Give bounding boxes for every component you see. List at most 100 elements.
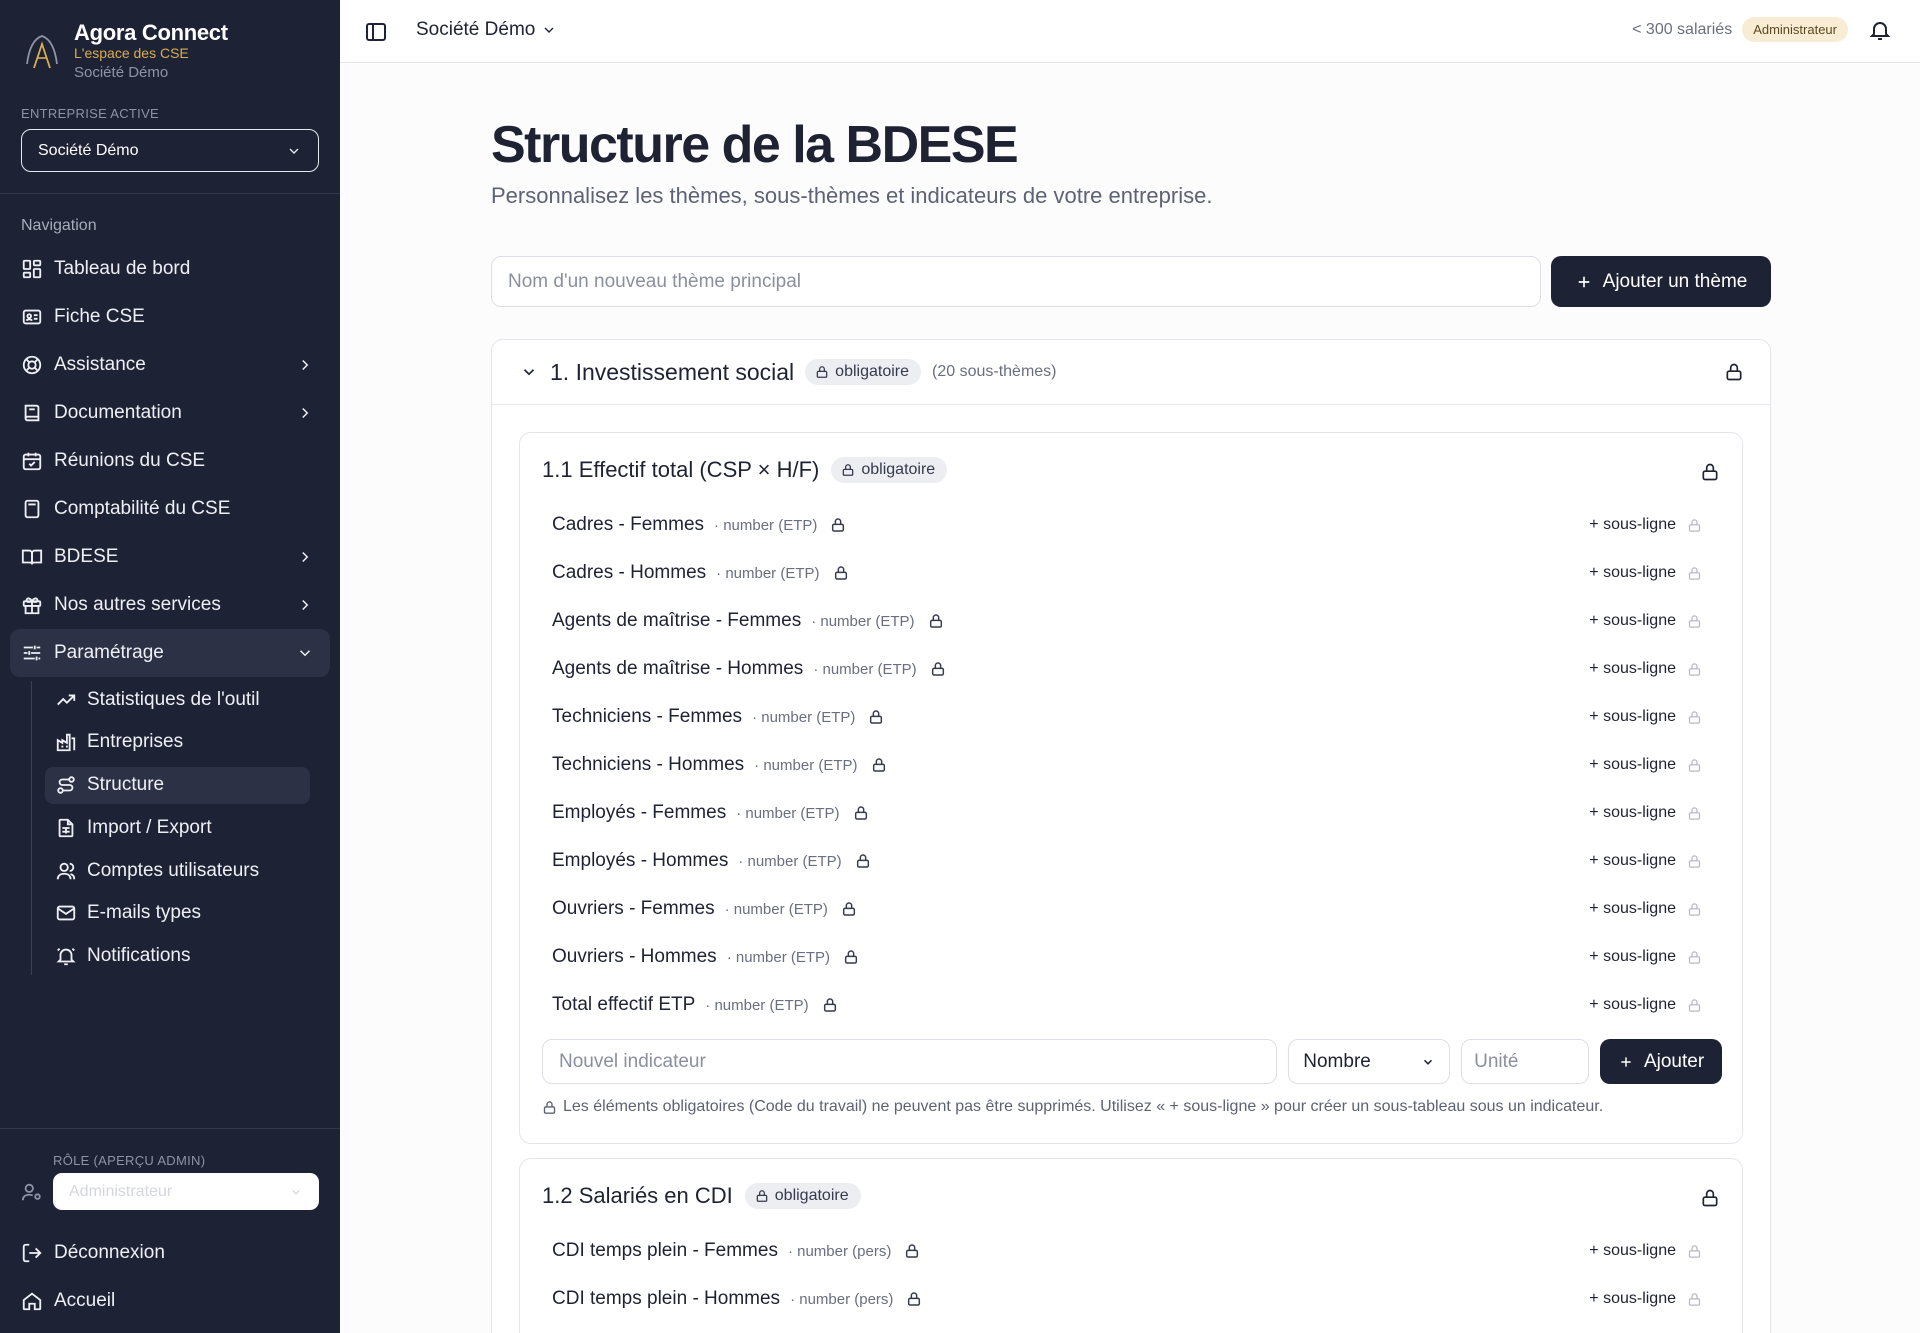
add-sub-line-button[interactable]: + sous-ligne (1589, 564, 1676, 582)
lock-icon (1688, 614, 1701, 628)
new-theme-input[interactable] (491, 256, 1541, 307)
add-sub-line-button[interactable]: + sous-ligne (1589, 804, 1676, 822)
subtheme-card: 1.2 Salariés en CDI obligatoire CDI temp… (519, 1158, 1743, 1333)
nav-item-label: Tableau de bord (54, 258, 191, 279)
theme-title: 1. Investissement social (550, 358, 795, 385)
indicator-label: Cadres - Hommes (552, 562, 707, 583)
sub-item-comptes[interactable]: Comptes utilisateurs (45, 852, 310, 889)
chevron-right-icon (302, 599, 309, 611)
indicator-meta: · number (ETP) (705, 996, 809, 1014)
subtheme-title: 1.1 Effectif total (CSP × H/F) (542, 457, 820, 482)
sub-item-notifications[interactable]: Notifications (45, 938, 310, 975)
lock-icon (756, 1190, 768, 1202)
chevron-down-icon[interactable] (520, 363, 538, 381)
mandatory-badge-label: obligatoire (774, 1187, 849, 1204)
sub-item-statistiques[interactable]: Statistiques de l'outil (45, 681, 310, 718)
add-sub-line-button[interactable]: + sous-ligne (1589, 516, 1676, 534)
lock-icon (1688, 710, 1701, 724)
logout-button[interactable]: Déconnexion (10, 1229, 330, 1277)
page-title: Structure de la BDESE (491, 116, 1019, 174)
indicator-label: Techniciens - Hommes (552, 754, 745, 775)
sub-item-label: Statistiques de l'outil (87, 688, 260, 710)
sub-item-structure[interactable]: Structure (45, 766, 310, 804)
lock-icon (854, 806, 867, 820)
indicator-label: Employés - Hommes (552, 850, 729, 871)
add-sub-line-button[interactable]: + sous-ligne (1589, 660, 1676, 678)
lock-icon (834, 566, 847, 580)
brand: Agora Connect L'espace des CSE Société D… (20, 20, 228, 83)
indicator-row: Employés - Hommes · number (ETP) + sous-li… (531, 837, 1721, 885)
nav-item-parametrage[interactable]: Paramétrage (10, 629, 330, 677)
page-subtitle: Personnalisez les thèmes, sous-thèmes et… (491, 183, 1213, 208)
nav-item-fiche-cse[interactable]: Fiche CSE (10, 293, 330, 341)
bell-icon[interactable] (1868, 18, 1892, 42)
add-sub-line-button[interactable]: + sous-ligne (1589, 708, 1676, 726)
sidebar-toggle-icon[interactable] (364, 20, 388, 44)
role-select[interactable]: Administrateur (53, 1173, 319, 1210)
indicator-row: Cadres - Femmes · number (ETP) + sous-lign… (531, 501, 1721, 549)
add-sub-line-button[interactable]: + sous-ligne (1589, 756, 1676, 774)
add-sub-line-button[interactable]: + sous-ligne (1589, 612, 1676, 630)
indicator-type-select[interactable]: Nombre (1288, 1039, 1451, 1084)
file-spreadsheet-icon (58, 818, 74, 838)
indicator-meta: · number (ETP) (811, 612, 915, 630)
lock-icon (1688, 950, 1701, 964)
indicator-row: Cadres - Hommes · number (ETP) + sous-lign… (531, 549, 1721, 597)
home-button[interactable]: Accueil (10, 1277, 330, 1325)
add-sub-line-button[interactable]: + sous-ligne (1589, 900, 1676, 918)
company-switcher[interactable]: Société Démo (416, 19, 557, 41)
indicator-meta: · number (pers) (790, 1290, 894, 1308)
indicator-row: Techniciens - Hommes · number (ETP) + sous… (531, 741, 1721, 789)
nav-item-label: Nos autres services (54, 594, 221, 615)
lock-icon (816, 366, 828, 378)
open-book-icon (21, 549, 43, 565)
subtheme-title: 1.2 Salariés en CDI (542, 1183, 733, 1208)
logout-label: Déconnexion (54, 1242, 165, 1263)
add-sub-line-button[interactable]: + sous-ligne (1589, 948, 1676, 966)
add-sub-line-button[interactable]: + sous-ligne (1589, 1242, 1676, 1260)
lock-icon (1688, 566, 1701, 580)
lock-icon (1688, 902, 1701, 916)
nav-item-documentation[interactable]: Documentation (10, 389, 330, 437)
unit-input[interactable] (1461, 1039, 1590, 1084)
add-sub-line-button[interactable]: + sous-ligne (1589, 852, 1676, 870)
sub-item-entreprises[interactable]: Entreprises (45, 724, 310, 761)
lock-icon (872, 758, 885, 772)
add-sub-line-button[interactable]: + sous-ligne (1589, 1290, 1676, 1308)
nav-item-bdese[interactable]: BDESE (10, 533, 330, 581)
indicator-meta: · number (ETP) (752, 708, 856, 726)
active-company-label: ENTREPRISE ACTIVE (21, 106, 160, 121)
add-theme-button[interactable]: Ajouter un thème (1551, 256, 1771, 307)
mandatory-badge-label: obligatoire (861, 461, 936, 478)
lock-icon (1688, 662, 1701, 676)
nav-item-dashboard[interactable]: Tableau de bord (10, 245, 330, 293)
nav-item-label: Documentation (54, 402, 182, 423)
nav-item-reunions[interactable]: Réunions du CSE (10, 437, 330, 485)
factory-icon (56, 734, 76, 752)
users-icon (56, 862, 76, 880)
sub-item-label: Import / Export (87, 816, 212, 838)
role-select-value: Administrateur (69, 1182, 173, 1200)
add-sub-line-button[interactable]: + sous-ligne (1589, 996, 1676, 1014)
mandatory-badge-label: obligatoire (835, 363, 909, 380)
indicator-meta: · number (ETP) (724, 900, 828, 918)
add-indicator-label: Ajouter (1643, 1050, 1705, 1072)
theme-header[interactable]: 1. Investissement social obligatoire (20… (492, 340, 1770, 405)
new-indicator-input[interactable] (542, 1039, 1278, 1084)
nav-item-autres-services[interactable]: Nos autres services (10, 581, 330, 629)
indicator-meta: · number (ETP) (726, 948, 831, 966)
lifebuoy-icon (22, 355, 42, 375)
sub-item-import-export[interactable]: Import / Export (45, 809, 310, 846)
mandatory-hint: Les éléments obligatoires (Code du trava… (542, 1098, 1603, 1116)
nav-item-assistance[interactable]: Assistance (10, 341, 330, 389)
chevron-down-icon (1424, 1059, 1433, 1065)
add-indicator-button[interactable]: Ajouter (1600, 1039, 1722, 1084)
mandatory-badge: obligatoire (831, 457, 948, 483)
sub-item-emails[interactable]: E-mails types (45, 895, 310, 932)
active-company-select[interactable]: Société Démo (21, 129, 319, 172)
lock-icon (1702, 1189, 1718, 1207)
lock-icon (908, 1292, 921, 1306)
nav-item-comptabilite[interactable]: Comptabilité du CSE (10, 485, 330, 533)
indicator-label: Employés - Femmes (552, 802, 727, 823)
calculator-icon (24, 499, 40, 519)
